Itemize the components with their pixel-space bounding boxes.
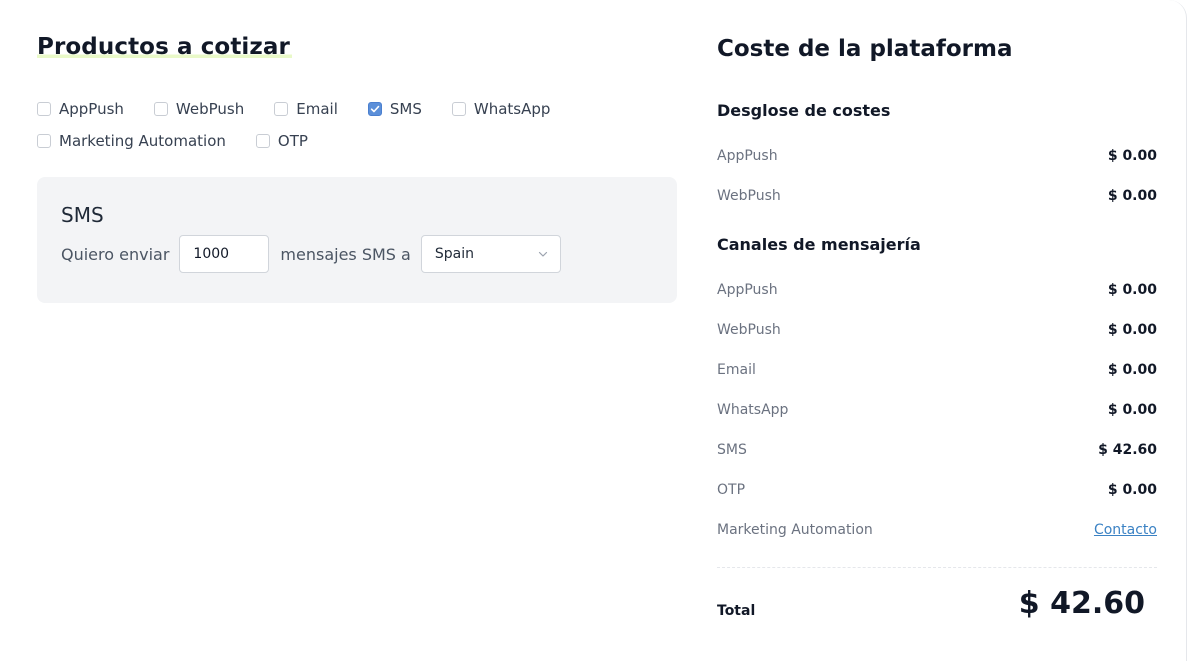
quote-card: Productos a cotizar AppPush WebPush Emai… <box>0 0 1187 661</box>
sms-panel-title: SMS <box>61 203 104 227</box>
cost-row-breakdown-apppush: AppPush $ 0.00 <box>717 145 1157 167</box>
checkbox-row-2: Marketing Automation OTP <box>37 130 657 152</box>
cost-row-channel-email: Email $ 0.00 <box>717 359 1157 381</box>
cost-row-channel-whatsapp: WhatsApp $ 0.00 <box>717 399 1157 421</box>
country-select-value: Spain <box>434 246 474 262</box>
checkbox-box[interactable] <box>255 134 270 148</box>
checkmark-icon <box>370 105 380 113</box>
cost-value: $ 0.00 <box>1107 188 1157 204</box>
cost-row-breakdown-webpush: WebPush $ 0.00 <box>717 185 1157 207</box>
checkbox-apppush[interactable]: AppPush <box>37 100 124 118</box>
cost-label: OTP <box>717 482 746 498</box>
checkbox-label: WhatsApp <box>473 100 551 118</box>
checkbox-box[interactable] <box>451 102 466 116</box>
cost-value: $ 0.00 <box>1107 282 1157 298</box>
checkbox-otp[interactable]: OTP <box>255 132 308 150</box>
checkbox-whatsapp[interactable]: WhatsApp <box>451 100 551 118</box>
checkbox-box-checked[interactable] <box>367 102 382 116</box>
checkbox-label: OTP <box>277 132 308 150</box>
channels-section-title: Canales de mensajería <box>717 235 921 254</box>
checkbox-label: WebPush <box>175 100 245 118</box>
cost-value: $ 0.00 <box>1107 322 1157 338</box>
cost-value: $ 0.00 <box>1107 148 1157 164</box>
cost-label: SMS <box>717 442 747 458</box>
checkbox-marketing-automation[interactable]: Marketing Automation <box>37 132 226 150</box>
cost-row-channel-otp: OTP $ 0.00 <box>717 479 1157 501</box>
checkbox-label: Email <box>296 100 338 118</box>
chevron-down-icon <box>538 249 548 259</box>
cost-value: $ 0.00 <box>1107 482 1157 498</box>
cost-label: WebPush <box>717 188 781 204</box>
checkbox-row-1: AppPush WebPush Email SMS WhatsApp <box>37 98 657 120</box>
cost-label: WebPush <box>717 322 781 338</box>
cost-row-channel-apppush: AppPush $ 0.00 <box>717 279 1157 301</box>
cost-row-channel-sms: SMS $ 42.60 <box>717 439 1157 461</box>
cost-label: WhatsApp <box>717 402 789 418</box>
sms-prefix-text: Quiero enviar <box>61 244 170 264</box>
platform-cost-title: Coste de la plataforma <box>717 36 1013 62</box>
checkbox-box[interactable] <box>153 102 168 116</box>
checkbox-label: SMS <box>389 100 422 118</box>
product-checkbox-group: AppPush WebPush Email SMS WhatsApp Marke… <box>37 98 657 162</box>
products-title: Productos a cotizar <box>37 34 292 60</box>
cost-label: AppPush <box>717 148 778 164</box>
country-select[interactable]: Spain <box>420 235 561 273</box>
cost-label: Marketing Automation <box>717 522 873 538</box>
cost-value: $ 42.60 <box>1098 442 1157 458</box>
total-label: Total <box>717 603 756 619</box>
cost-label: AppPush <box>717 282 778 298</box>
cost-row-channel-webpush: WebPush $ 0.00 <box>717 319 1157 341</box>
total-value: $ 42.60 <box>1018 586 1145 621</box>
sms-quantity-input[interactable] <box>179 235 270 273</box>
checkbox-box[interactable] <box>37 134 51 148</box>
sms-config-panel: SMS Quiero enviar mensajes SMS a Spain <box>37 177 677 303</box>
checkbox-label: Marketing Automation <box>59 132 226 150</box>
cost-label: Email <box>717 362 756 378</box>
sms-config-line: Quiero enviar mensajes SMS a Spain <box>61 234 561 274</box>
checkbox-sms[interactable]: SMS <box>367 100 422 118</box>
checkbox-email[interactable]: Email <box>274 100 338 118</box>
checkbox-label: AppPush <box>59 100 124 118</box>
breakdown-section-title: Desglose de costes <box>717 101 891 120</box>
total-divider <box>717 567 1157 568</box>
checkbox-webpush[interactable]: WebPush <box>153 100 245 118</box>
sms-middle-text: mensajes SMS a <box>280 244 411 264</box>
cost-value: $ 0.00 <box>1107 402 1157 418</box>
cost-row-marketing-automation: Marketing Automation Contacto <box>717 519 1157 541</box>
checkbox-box[interactable] <box>37 102 51 116</box>
checkbox-box[interactable] <box>274 102 289 116</box>
cost-value: $ 0.00 <box>1107 362 1157 378</box>
contact-link[interactable]: Contacto <box>1094 522 1157 538</box>
